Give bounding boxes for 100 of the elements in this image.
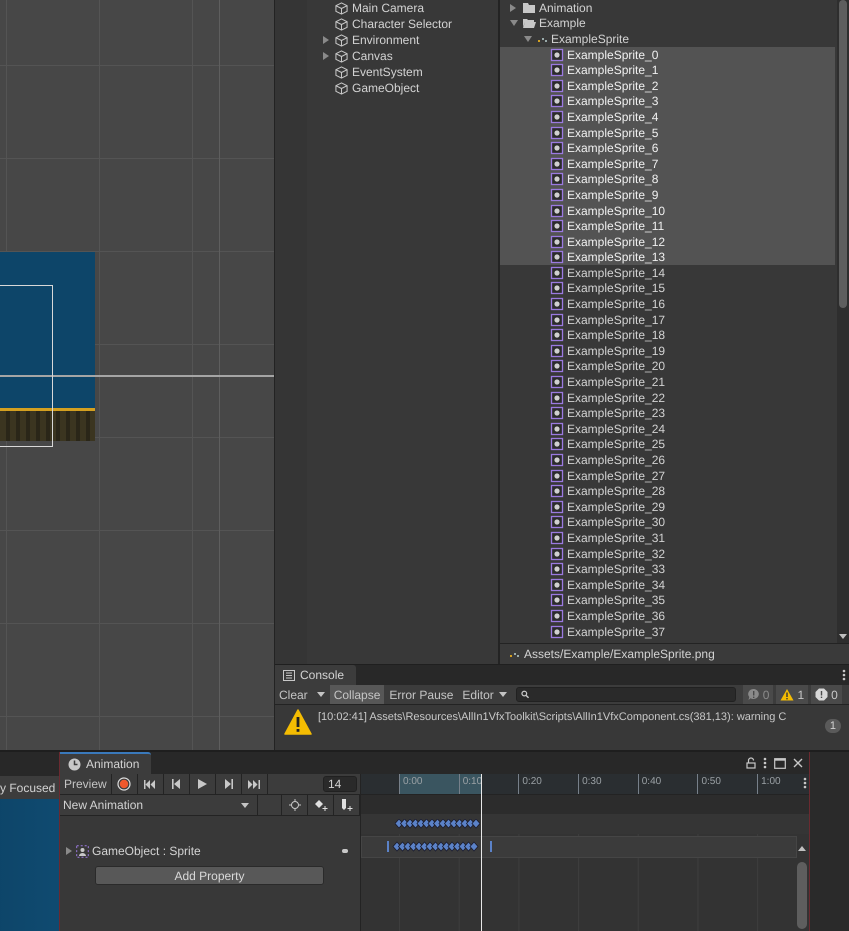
project-item[interactable]: ExampleSprite_16 — [500, 296, 835, 312]
project-item[interactable]: ExampleSprite_10 — [500, 202, 835, 218]
item-label: ExampleSprite_4 — [567, 110, 658, 124]
caret-icon[interactable] — [498, 692, 507, 698]
project-item[interactable]: ExampleSprite_18 — [500, 327, 835, 344]
project-item[interactable]: ExampleSprite_8 — [500, 172, 835, 188]
project-item[interactable]: ExampleSprite_19 — [500, 343, 835, 359]
project-item[interactable]: ExampleSprite_1 — [500, 62, 835, 78]
expand-arrow-icon[interactable] — [323, 36, 329, 44]
more-icon[interactable] — [803, 777, 807, 789]
animation-tab[interactable]: Animation — [60, 752, 152, 774]
sprite-icon — [550, 608, 564, 623]
frame-field[interactable]: 14 — [323, 776, 357, 792]
project-item[interactable]: ExampleSprite_2 — [500, 78, 835, 94]
cube-icon — [335, 34, 348, 46]
keyframe-diamonds-drawing[interactable] — [395, 819, 480, 829]
project-item[interactable]: ExampleSprite_24 — [500, 421, 835, 437]
caret-icon[interactable] — [316, 692, 325, 698]
hierarchy-item[interactable]: Environment — [321, 32, 498, 48]
sprite-icon — [550, 234, 564, 249]
hierarchy-item[interactable]: Character Selector — [321, 16, 498, 32]
project-item[interactable]: ExampleSprite_6 — [500, 140, 835, 156]
sprite-icon — [550, 328, 564, 342]
project-item[interactable]: ExampleSprite_30 — [500, 514, 835, 530]
item-label: ExampleSprite_24 — [567, 422, 666, 436]
search-icon — [520, 690, 530, 700]
hierarchy-item[interactable]: Canvas — [321, 48, 498, 64]
project-item[interactable]: ExampleSprite_22 — [500, 390, 835, 406]
project-item[interactable]: ExampleSprite_28 — [500, 483, 835, 499]
project-item[interactable]: ExampleSprite_33 — [500, 561, 835, 577]
sprite-icon — [550, 468, 564, 483]
project-item[interactable]: ExampleSprite_31 — [500, 530, 835, 546]
sprite-icon — [550, 156, 564, 171]
project-item[interactable]: ExampleSprite_3 — [500, 94, 835, 110]
project-item[interactable]: ExampleSprite_13 — [500, 250, 835, 266]
keyframe-diamonds-drawing[interactable] — [387, 841, 493, 853]
maximize-icon[interactable] — [774, 758, 786, 768]
project-item[interactable]: ExampleSprite_37 — [500, 624, 835, 640]
item-label: Character Selector — [352, 17, 452, 31]
expand-arrow-icon[interactable] — [66, 847, 72, 855]
event-plus-icon — [340, 798, 354, 812]
time-label: 0:40 — [638, 774, 698, 794]
project-item[interactable]: ExampleSprite_20 — [500, 358, 835, 374]
sprite-icon — [550, 344, 564, 358]
log-message: [10:02:41] Assets\Resources\AllIn1VfxToolkit\Scripts\AllIn1VfxComponent.cs(381,13): warning C — [318, 710, 786, 724]
project-item[interactable]: ExampleSprite_23 — [500, 405, 835, 422]
add-property-button[interactable]: Add Property — [95, 866, 324, 885]
project-item[interactable]: ExampleSprite_25 — [500, 436, 835, 452]
project-item[interactable]: ExampleSprite_7 — [500, 156, 835, 172]
project-item[interactable]: ExampleSprite_0 — [500, 46, 835, 62]
project-item[interactable]: ExampleSprite_11 — [500, 218, 835, 234]
sprite-icon — [550, 110, 564, 124]
log-counter-toggle[interactable]: 1 — [776, 685, 808, 704]
hierarchy-item[interactable]: GameObject — [321, 80, 498, 96]
project-item[interactable]: ExampleSprite_27 — [500, 468, 835, 484]
project-item[interactable]: ExampleSprite_15 — [500, 280, 835, 296]
close-icon[interactable] — [793, 758, 803, 768]
project-item[interactable]: ExampleSprite_5 — [500, 124, 835, 140]
warning-icon — [780, 688, 794, 702]
project-item[interactable]: ExampleSprite_12 — [500, 234, 835, 250]
project-item[interactable]: ExampleSprite_34 — [500, 576, 835, 593]
console-tab[interactable]: Console — [275, 665, 356, 686]
scrollbar-thumb[interactable] — [797, 862, 807, 929]
item-label: ExampleSprite_25 — [567, 437, 666, 452]
project-item[interactable]: ExampleSprite_32 — [500, 546, 835, 562]
project-item[interactable]: ExampleSprite_14 — [500, 265, 835, 281]
search-field[interactable] — [516, 687, 736, 702]
project-item[interactable]: ExampleSprite_4 — [500, 109, 835, 125]
project-item[interactable]: ExampleSprite_36 — [500, 608, 835, 624]
more-icon[interactable] — [842, 669, 846, 682]
step-back-icon — [172, 779, 181, 789]
item-label: ExampleSprite_16 — [567, 297, 666, 312]
sprite-icon — [550, 172, 564, 186]
more-icon[interactable] — [763, 757, 767, 769]
lock-icon[interactable] — [746, 757, 756, 769]
project-item[interactable]: Animation — [500, 0, 835, 16]
game-tab[interactable]: y Focused — [0, 776, 59, 799]
cube-icon — [335, 18, 348, 30]
item-label: ExampleSprite_34 — [567, 578, 666, 592]
log-counter-toggle[interactable]: 0 — [811, 685, 842, 704]
property-row[interactable]: GameObject : Sprite — [60, 841, 360, 861]
toggle-button[interactable]: Collapse — [330, 685, 384, 704]
sprite-icon — [550, 94, 564, 108]
project-item[interactable]: ExampleSprite_17 — [500, 312, 835, 328]
expand-arrow-icon[interactable] — [323, 52, 329, 60]
sprite-icon — [550, 359, 564, 374]
scrollbar[interactable] — [837, 0, 849, 644]
item-label: ExampleSprite_27 — [567, 468, 666, 483]
cube-icon — [335, 82, 348, 94]
hierarchy-item[interactable]: Main Camera — [321, 0, 498, 16]
project-item[interactable]: ExampleSprite_21 — [500, 374, 835, 390]
project-item[interactable]: Example — [500, 16, 835, 32]
project-item[interactable]: ExampleSprite_26 — [500, 452, 835, 468]
hierarchy-item[interactable]: EventSystem — [321, 64, 498, 80]
sprite-icon — [550, 375, 564, 390]
project-item[interactable]: ExampleSprite_9 — [500, 187, 835, 203]
project-item[interactable]: ExampleSprite_29 — [500, 499, 835, 515]
sprite-icon — [550, 484, 564, 498]
project-item[interactable]: ExampleSprite_35 — [500, 592, 835, 608]
log-entry[interactable]: [10:02:41] Assets\Resources\AllIn1VfxToolkit\Scripts\AllIn1VfxComponent.cs(381,13): warning C 1 — [275, 705, 849, 736]
